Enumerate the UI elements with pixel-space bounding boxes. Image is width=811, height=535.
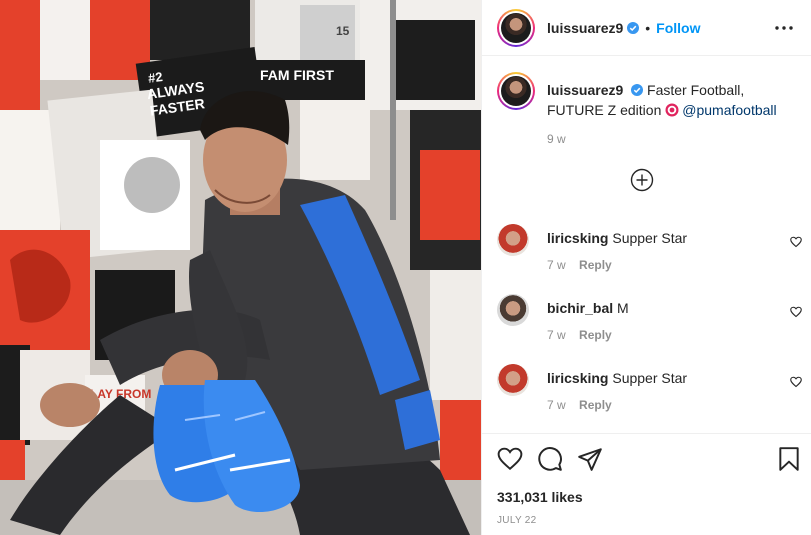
comment-meta: 7 w Reply (547, 258, 612, 272)
caption-timestamp: 9 w (547, 132, 566, 146)
actions-divider (482, 433, 811, 434)
wall-text-fam-first: FAM FIRST (260, 67, 334, 83)
comment-reply-button[interactable]: Reply (579, 398, 612, 412)
post-header: luissuarez9 • Follow (482, 0, 811, 56)
comment-text: liricsking Supper Star (547, 230, 687, 246)
comment-username[interactable]: liricsking (547, 230, 608, 246)
target-emoji-icon (665, 103, 679, 117)
heart-icon[interactable] (790, 306, 802, 318)
post-caption: luissuarez9 Faster Football, FUTURE Z ed… (497, 72, 797, 120)
comment-body: M (617, 300, 629, 316)
comment-body: Supper Star (612, 230, 688, 246)
paper-plane-icon[interactable] (577, 446, 603, 472)
caption-mention-link[interactable]: @pumafootball (682, 102, 776, 118)
more-options-icon[interactable] (774, 18, 794, 38)
caption-avatar[interactable] (497, 72, 535, 110)
post-photo[interactable]: #2 ALWAYS FASTER FAM FIRST LAY FROM 15 (0, 0, 481, 535)
action-bar (497, 446, 802, 474)
comment-time: 7 w (547, 258, 566, 272)
comment-reply-button[interactable]: Reply (579, 258, 612, 272)
plus-circle-icon[interactable] (630, 168, 654, 192)
post-date[interactable]: JULY 22 (497, 515, 537, 526)
verified-badge-icon (631, 84, 644, 96)
post-side-panel: luissuarez9 • Follow luissuarez9 Faster … (481, 0, 811, 535)
header-separator: • (645, 19, 651, 36)
comment-avatar[interactable] (497, 224, 529, 256)
bookmark-icon[interactable] (776, 446, 802, 472)
comment-meta: 7 w Reply (547, 398, 612, 412)
caption-username[interactable]: luissuarez9 (547, 82, 623, 98)
follow-button[interactable]: Follow (656, 20, 700, 36)
heart-icon[interactable] (497, 446, 523, 472)
instagram-post: #2 ALWAYS FASTER FAM FIRST LAY FROM 15 l… (0, 0, 811, 535)
wall-text-shirt-number: 15 (336, 24, 350, 38)
comment-avatar[interactable] (497, 364, 529, 396)
comment-text: bichir_bal M (547, 300, 629, 316)
photo-illustration: #2 ALWAYS FASTER FAM FIRST LAY FROM 15 (0, 0, 481, 535)
likes-count[interactable]: 331,031 likes (497, 489, 583, 505)
comment-body: Supper Star (612, 370, 688, 386)
comment-bubble-icon[interactable] (537, 446, 563, 472)
comment-item: liricsking Supper Star 7 w Reply (497, 364, 802, 420)
comment-avatar[interactable] (497, 294, 529, 326)
comment-username[interactable]: bichir_bal (547, 300, 613, 316)
comment-item: bichir_bal M 7 w Reply (497, 294, 802, 350)
author-username[interactable]: luissuarez9 (547, 20, 623, 36)
comment-time: 7 w (547, 328, 566, 342)
author-avatar[interactable] (497, 8, 535, 47)
comment-reply-button[interactable]: Reply (579, 328, 612, 342)
comment-time: 7 w (547, 398, 566, 412)
comment-item: liricsking Supper Star 7 w Reply (497, 224, 802, 280)
verified-badge-icon (627, 21, 640, 34)
comment-username[interactable]: liricsking (547, 370, 608, 386)
heart-icon[interactable] (790, 236, 802, 248)
caption-text: luissuarez9 Faster Football, FUTURE Z ed… (547, 80, 797, 120)
comment-text: liricsking Supper Star (547, 370, 687, 386)
heart-icon[interactable] (790, 376, 802, 388)
comment-meta: 7 w Reply (547, 328, 612, 342)
